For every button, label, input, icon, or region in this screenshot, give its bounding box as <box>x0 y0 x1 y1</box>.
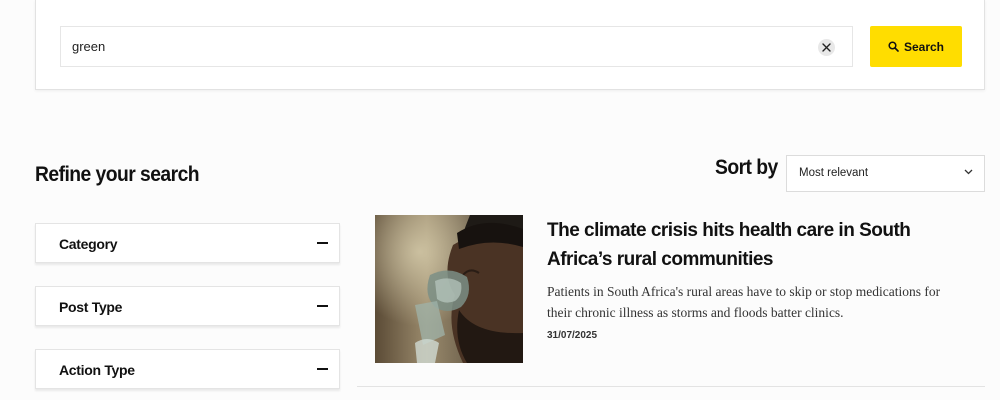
collapse-icon <box>317 305 328 307</box>
sort-selected-value: Most relevant <box>799 167 869 179</box>
result-divider <box>357 386 985 387</box>
filter-label: Post Type <box>59 299 123 315</box>
result-date: 31/07/2025 <box>547 330 598 341</box>
filter-action-type[interactable]: Action Type <box>35 349 340 389</box>
filter-category[interactable]: Category <box>35 223 340 263</box>
filter-post-type[interactable]: Post Type <box>35 286 340 326</box>
search-panel: Search <box>35 0 985 90</box>
clear-search-button[interactable] <box>818 39 835 56</box>
refine-search-heading: Refine your search <box>35 163 200 186</box>
man-with-oxygen-mask-photo <box>375 215 523 363</box>
result-thumbnail[interactable] <box>375 215 523 363</box>
search-input[interactable] <box>61 27 852 66</box>
search-field[interactable] <box>60 26 853 67</box>
close-icon <box>822 43 831 52</box>
collapse-icon <box>317 242 328 244</box>
chevron-down-icon <box>964 169 973 175</box>
sort-select[interactable]: Most relevant <box>786 155 985 192</box>
search-icon <box>888 41 899 52</box>
filter-label: Category <box>59 236 118 252</box>
search-button-label: Search <box>903 39 945 54</box>
result-title[interactable]: The climate crisis hits health care in S… <box>547 216 977 274</box>
collapse-icon <box>317 368 328 370</box>
filter-label: Action Type <box>59 362 135 378</box>
sort-by-label: Sort by <box>715 156 778 179</box>
search-button[interactable]: Search <box>870 26 962 67</box>
result-excerpt: Patients in South Africa's rural areas h… <box>547 284 941 320</box>
